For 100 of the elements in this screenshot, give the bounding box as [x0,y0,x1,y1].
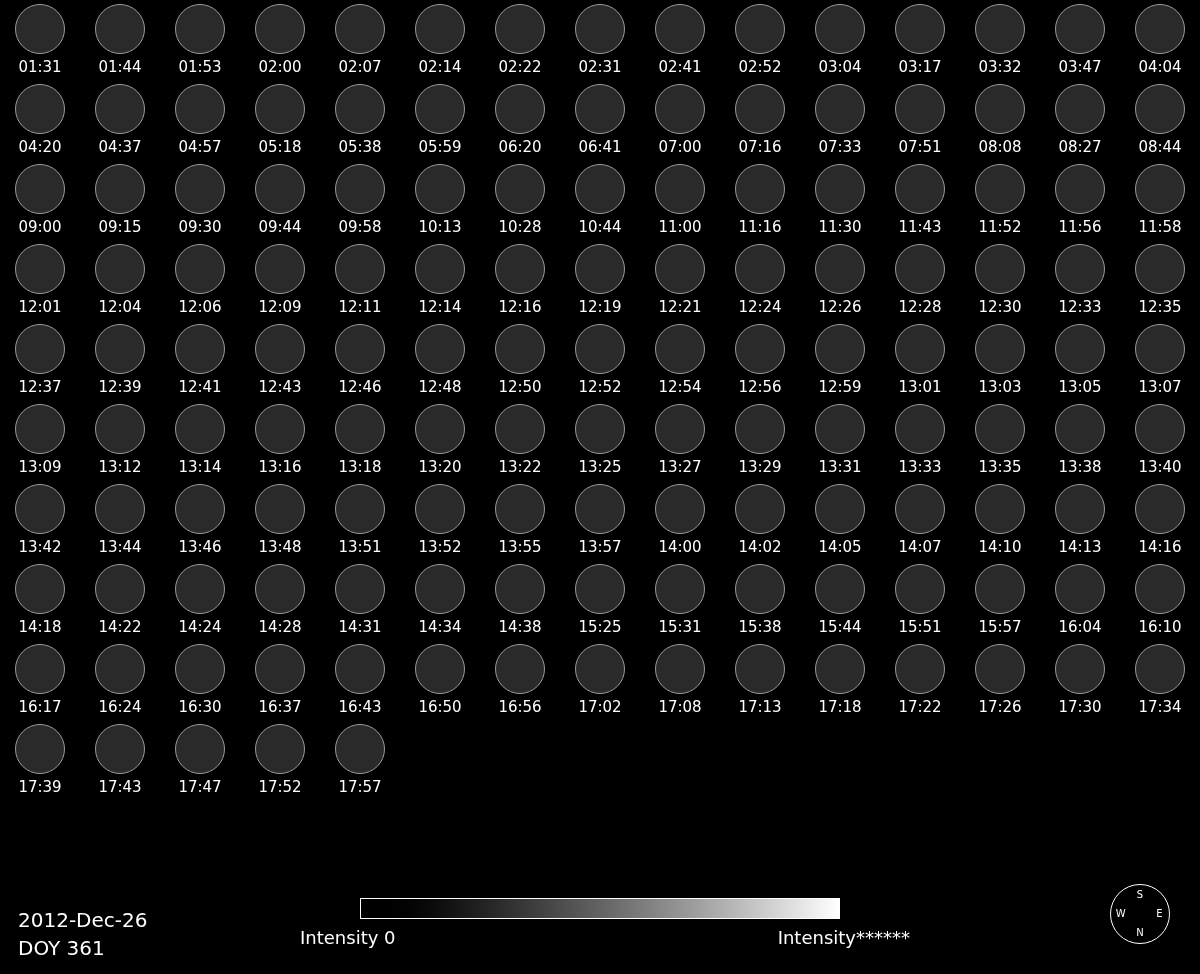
sky-image-placeholder [335,564,385,614]
sky-image-placeholder [1135,244,1185,294]
time-label: 02:00 [258,58,302,76]
time-label: 13:33 [898,458,942,476]
sky-image-placeholder [335,244,385,294]
time-label: 12:35 [1138,298,1182,316]
sky-image-placeholder [95,244,145,294]
time-label: 15:51 [898,618,942,636]
time-label: 04:57 [178,138,222,156]
intensity-max-label: Intensity****** [777,927,910,949]
compass-west: W [1115,909,1126,919]
time-label: 17:43 [98,778,142,796]
sky-image-placeholder [335,484,385,534]
time-label: 17:39 [18,778,62,796]
sky-image-placeholder [1135,484,1185,534]
time-label: 17:08 [658,698,702,716]
sky-image-placeholder [815,84,865,134]
time-label: 13:14 [178,458,222,476]
time-label: 12:39 [98,378,142,396]
sky-image-placeholder [415,564,465,614]
sky-image-placeholder [255,564,305,614]
time-label: 12:16 [498,298,542,316]
sky-image-placeholder [1135,644,1185,694]
sky-image-placeholder [1135,564,1185,614]
sky-image-placeholder [255,644,305,694]
time-label: 03:17 [898,58,942,76]
time-label: 12:21 [658,298,702,316]
time-label: 13:16 [258,458,302,476]
compass-south: S [1136,889,1144,900]
time-label: 12:01 [18,298,62,316]
sky-image-placeholder [335,724,385,774]
time-label: 13:03 [978,378,1022,396]
time-label: 09:00 [18,218,62,236]
sky-image-placeholder [975,4,1025,54]
time-label: 09:15 [98,218,142,236]
time-label: 12:30 [978,298,1022,316]
time-label: 07:00 [658,138,702,156]
time-label: 11:56 [1058,218,1102,236]
sky-image-placeholder [175,164,225,214]
sky-image-placeholder [655,4,705,54]
sky-image-placeholder [1055,4,1105,54]
sky-image-placeholder [1135,164,1185,214]
compass-east: E [1156,909,1163,919]
sky-image-placeholder [95,484,145,534]
sky-image-placeholder [255,724,305,774]
time-label: 12:33 [1058,298,1102,316]
time-label: 12:11 [338,298,382,316]
sky-image-placeholder [415,4,465,54]
time-label: 02:14 [418,58,462,76]
time-label: 13:18 [338,458,382,476]
sky-image-placeholder [575,244,625,294]
sky-image-placeholder [575,4,625,54]
sky-image-placeholder [15,484,65,534]
time-label: 17:47 [178,778,222,796]
sky-image-placeholder [655,164,705,214]
sky-image-placeholder [1055,644,1105,694]
sky-image-placeholder [15,404,65,454]
time-label: 13:46 [178,538,222,556]
time-label: 05:59 [418,138,462,156]
time-label: 14:16 [1138,538,1182,556]
time-label: 12:14 [418,298,462,316]
time-label: 09:58 [338,218,382,236]
sky-image-placeholder [975,404,1025,454]
time-label: 12:46 [338,378,382,396]
sky-image-placeholder [815,164,865,214]
sky-image-placeholder [815,644,865,694]
time-label: 12:56 [738,378,782,396]
sky-image-placeholder [415,484,465,534]
time-label: 01:53 [178,58,222,76]
sky-image-placeholder [495,564,545,614]
sky-image-placeholder [335,84,385,134]
sky-image-placeholder [975,644,1025,694]
time-label: 09:30 [178,218,222,236]
sky-image-placeholder [655,404,705,454]
time-label: 13:48 [258,538,302,556]
sky-image-placeholder [895,164,945,214]
sky-image-placeholder [495,404,545,454]
time-label: 16:43 [338,698,382,716]
time-label: 13:42 [18,538,62,556]
time-label: 03:04 [818,58,862,76]
time-label: 11:00 [658,218,702,236]
time-label: 17:13 [738,698,782,716]
sky-image-placeholder [815,4,865,54]
time-label: 13:05 [1058,378,1102,396]
time-label: 16:10 [1138,618,1182,636]
sky-image-placeholder [175,724,225,774]
time-label: 17:57 [338,778,382,796]
time-label: 12:50 [498,378,542,396]
sky-image-placeholder [175,4,225,54]
time-label: 11:43 [898,218,942,236]
time-label: 17:30 [1058,698,1102,716]
sky-image-placeholder [95,724,145,774]
sky-image-placeholder [415,244,465,294]
sky-image-placeholder [735,564,785,614]
sky-image-placeholder [1055,484,1105,534]
sky-image-placeholder [1055,324,1105,374]
sky-image-placeholder [255,324,305,374]
time-label: 15:44 [818,618,862,636]
sky-image-placeholder [15,84,65,134]
sky-image-placeholder [735,644,785,694]
